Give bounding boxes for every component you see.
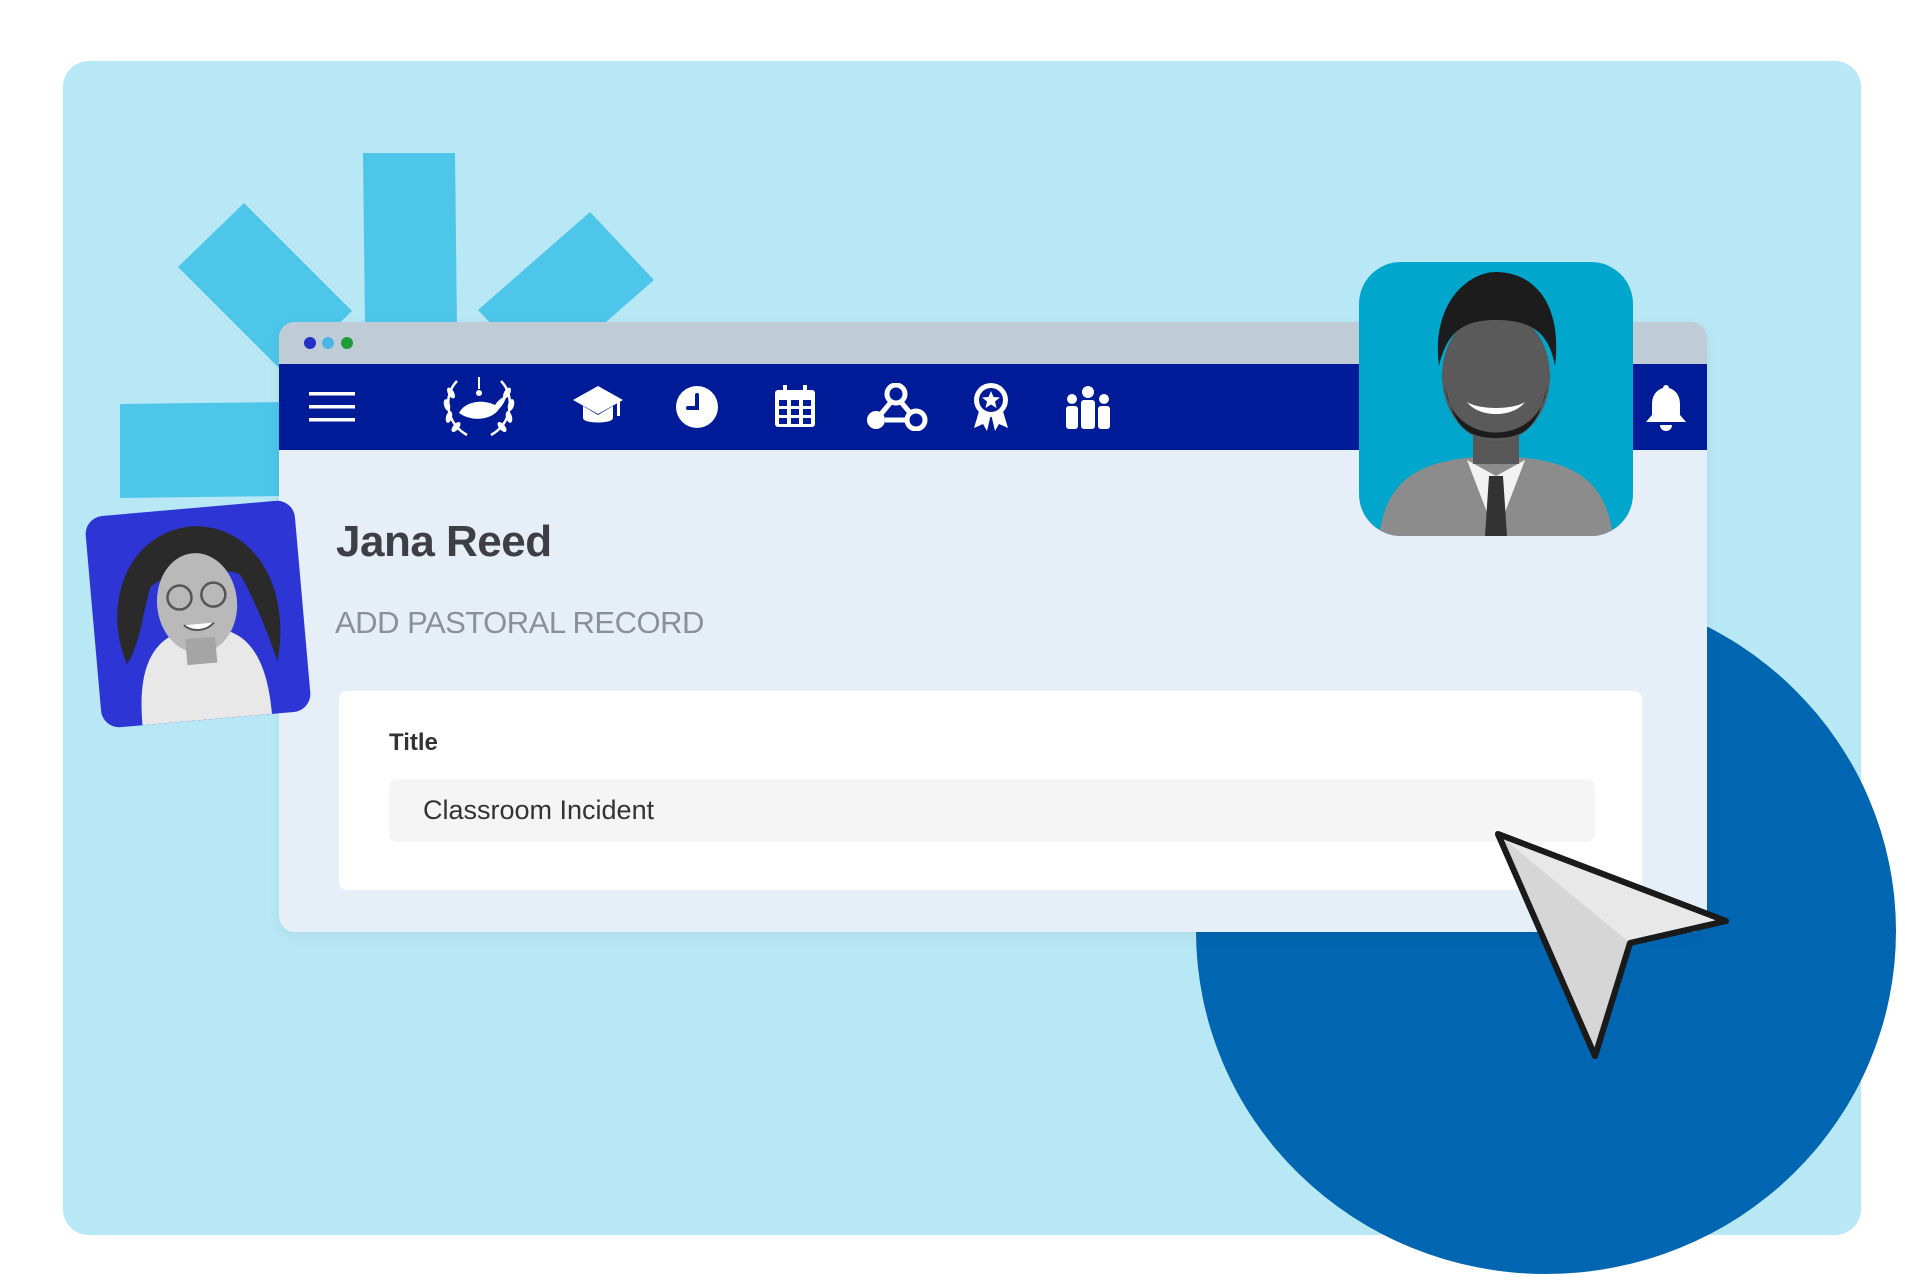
clock-icon — [676, 386, 718, 428]
school-logo-icon — [443, 377, 515, 437]
bell-icon — [1646, 385, 1686, 431]
pastoral-record-form: Title — [339, 691, 1642, 890]
person-photo-icon — [117, 526, 281, 726]
traffic-light-green — [341, 337, 353, 349]
traffic-light-light-blue — [322, 337, 334, 349]
avatar-staff-member — [1359, 262, 1633, 536]
avatar-jana-reed — [84, 499, 312, 729]
nav-calendar-button[interactable] — [769, 381, 821, 433]
nav-connections-button[interactable] — [863, 381, 929, 433]
home-logo-button[interactable] — [436, 371, 522, 443]
title-field-label: Title — [389, 729, 438, 756]
menu-button[interactable] — [306, 381, 358, 433]
student-name: Jana Reed — [336, 517, 552, 566]
nav-academics-button[interactable] — [572, 381, 624, 433]
traffic-light-blue — [304, 337, 316, 349]
title-input[interactable] — [389, 779, 1595, 842]
nav-people-button[interactable] — [1062, 381, 1114, 433]
mouse-pointer-icon — [1495, 831, 1729, 1059]
section-heading: ADD PASTORAL RECORD — [335, 605, 704, 640]
calendar-icon — [775, 385, 815, 427]
menu-icon — [309, 392, 355, 422]
network-icon — [867, 383, 928, 431]
people-icon — [1066, 386, 1110, 429]
nav-achievements-button[interactable] — [965, 381, 1017, 433]
nav-attendance-button[interactable] — [671, 381, 723, 433]
person-photo-icon — [1379, 272, 1613, 536]
graduation-cap-icon — [573, 386, 623, 423]
notifications-button[interactable] — [1640, 381, 1692, 433]
award-ribbon-icon — [974, 383, 1008, 431]
